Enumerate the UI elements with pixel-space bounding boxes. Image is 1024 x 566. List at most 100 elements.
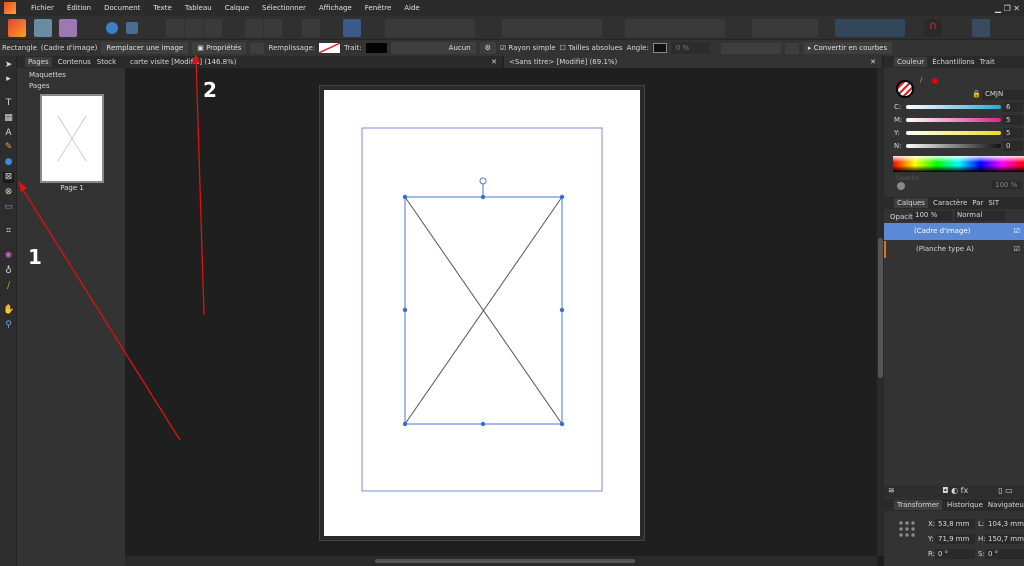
window-controls[interactable]: ▁ ❐ ✕ [995,4,1020,13]
eyedropper-tool-icon[interactable]: ∕ [3,281,14,292]
value-n[interactable]: 0 [1003,141,1023,151]
tab-trait[interactable]: Trait [980,58,995,66]
frame-text-tool-icon[interactable]: T [3,98,14,109]
y-field[interactable]: 71,9 mm [935,534,975,544]
close-icon[interactable]: ✕ [491,56,497,68]
layer-opacity-select[interactable]: 100 % [913,211,952,221]
convert-curves-button[interactable]: ▸ Convertir en courbes [802,42,893,54]
menu-aide[interactable]: Aide [404,4,419,12]
shear-field[interactable]: 0 ° [985,549,1024,559]
pin-button-2[interactable] [264,19,282,37]
menu-calque[interactable]: Calque [225,4,249,12]
stroke-swatch[interactable] [365,43,387,53]
tab-navigateur[interactable]: Navigateur [988,501,1024,509]
menu-affichage[interactable]: Affichage [319,4,352,12]
pen-tool-icon[interactable]: ✎ [3,142,14,153]
opacity-value[interactable]: 100 % [992,181,1022,189]
absolute-checkbox[interactable]: ☐ Tailles absolues [560,44,623,52]
distribute-buttons[interactable] [625,19,725,37]
mask-icons[interactable]: ◘ ◐ fx [942,486,968,495]
preview-button[interactable] [302,19,320,37]
color-spectrum[interactable] [893,156,1024,172]
doc-tab-sans-titre[interactable]: <Sans titre> [Modifié] (69.1%) ✕ [504,56,883,68]
tab-couleur[interactable]: Couleur [894,57,928,67]
slider-n[interactable] [906,144,1001,148]
shape-tool-icon[interactable]: ● [3,157,14,168]
designer-persona-button[interactable] [34,19,52,37]
section-maquettes[interactable]: Maquettes [29,70,125,81]
color-box-button[interactable] [343,19,361,37]
section-pages[interactable]: Pages [29,81,125,92]
horizontal-scrollbar[interactable] [125,556,877,566]
ellipse-frame-tool-icon[interactable]: ⊗ [3,187,14,198]
publisher-persona-button[interactable] [8,19,26,37]
properties-button[interactable]: ▣ Propriétés [192,42,247,54]
snapping-button[interactable]: ∩ [924,19,942,37]
preflight-button[interactable] [106,22,118,34]
arrange-buttons[interactable] [752,19,818,37]
crop-button[interactable] [784,42,799,54]
pin-button[interactable] [245,19,263,37]
boolean-ops[interactable] [385,19,475,37]
align-buttons[interactable] [502,19,602,37]
doc-tab-carte-visite[interactable]: carte visite [Modifié] (146.8%) ✕ [125,56,504,68]
stroke-style[interactable]: Aucun [390,42,476,54]
value-y[interactable]: 5 [1003,128,1023,138]
angle-color[interactable] [652,43,667,53]
menu-texte[interactable]: Texte [153,4,171,12]
fill-tool-icon[interactable]: ♁ [3,266,14,277]
fill-swatch[interactable] [319,43,341,53]
crop-tool-icon[interactable]: ⌗ [3,226,14,237]
menu-document[interactable]: Document [104,4,140,12]
h-field[interactable]: 150,7 mm [985,534,1024,544]
radius-checkbox[interactable]: ☑ Rayon simple [500,44,556,52]
tab-pages[interactable]: Pages [25,57,52,67]
hand-tool-icon[interactable]: ✋ [3,305,14,316]
transform-origin-buttons[interactable] [720,42,781,54]
share-button[interactable] [126,22,138,34]
tab-transformer[interactable]: Transformer [894,500,943,510]
move-tool-icon[interactable]: ➤ [3,60,14,71]
menu-edition[interactable]: Édition [67,4,91,12]
rotation-field[interactable]: 0 ° [935,549,975,559]
lock-icon[interactable]: 🔒 [972,90,981,98]
value-c[interactable]: 6 [1003,102,1023,112]
menu-tableau[interactable]: Tableau [185,4,212,12]
add-layer-icons[interactable]: ▯ ▭ [998,486,1013,495]
place-image-tool-icon[interactable]: ▭ [3,202,14,213]
slider-m[interactable] [906,118,1001,122]
tab-stock[interactable]: Stock [97,58,116,66]
slider-c[interactable] [906,105,1001,109]
anchor-selector[interactable] [898,520,916,538]
flip-buttons[interactable] [835,19,905,37]
menu-fenetre[interactable]: Fenêtre [365,4,391,12]
vertical-scrollbar[interactable] [877,68,884,556]
tab-echantillons[interactable]: Échantillons [932,58,974,66]
tab-contenus[interactable]: Contenus [58,58,91,66]
artistic-text-tool-icon[interactable]: A [3,128,14,139]
color-model-select[interactable]: CMJN [982,90,1024,100]
rectangle-frame-tool-icon[interactable]: ⊠ [3,172,14,183]
eyedropper-icon[interactable]: ∕ [920,76,922,84]
studio-button[interactable] [972,19,990,37]
photo-persona-button[interactable] [59,19,77,37]
node-tool-icon[interactable]: ▸ [3,74,14,85]
tab-sit[interactable]: SIT [988,199,999,207]
view-mode-button[interactable] [166,19,184,37]
tab-par[interactable]: Par [972,199,983,207]
visibility-checkbox[interactable]: ☑ [1014,241,1020,258]
menu-fichier[interactable]: Fichier [31,4,54,12]
view-mode-button-2[interactable] [185,19,203,37]
tab-historique[interactable]: Historique [947,501,983,509]
x-field[interactable]: 53,8 mm [935,519,975,529]
slider-y[interactable] [906,131,1001,135]
frame-button[interactable] [250,42,265,54]
blend-mode-select[interactable]: Normal [955,211,1005,221]
canvas[interactable] [125,68,877,556]
menu-selectionner[interactable]: Sélectionner [262,4,306,12]
settings-gear-icon[interactable]: ⚙ [479,42,496,54]
table-tool-icon[interactable]: ▦ [3,113,14,124]
value-m[interactable]: 5 [1003,115,1023,125]
tab-caractere[interactable]: Caractère [933,199,967,207]
layer-row-master[interactable]: (Planche type A) ☑ [884,241,1024,258]
